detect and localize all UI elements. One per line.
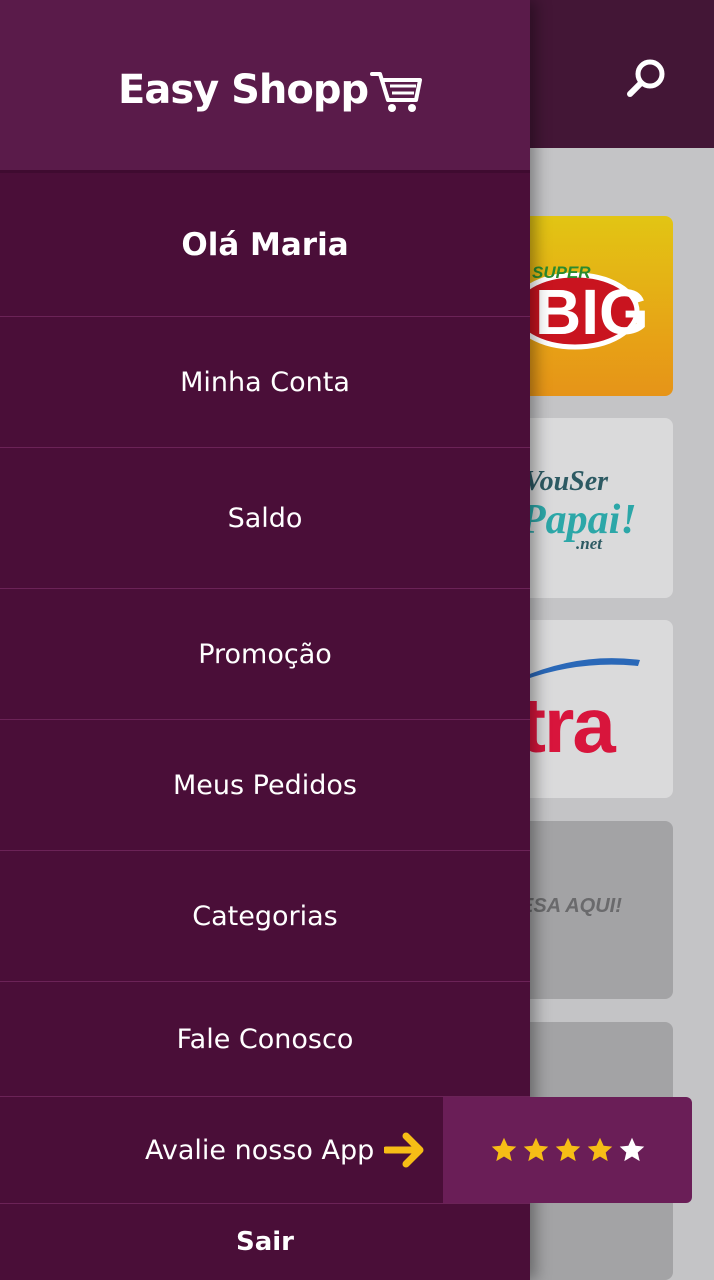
drawer-header: Easy Shopp bbox=[0, 0, 530, 173]
svg-text:SUPER: SUPER bbox=[532, 263, 591, 282]
greeting: Olá Maria bbox=[0, 173, 530, 317]
card-text: tra bbox=[520, 681, 616, 769]
menu-item-fale-conosco[interactable]: Fale Conosco bbox=[0, 982, 530, 1097]
logout-button[interactable]: Sair bbox=[0, 1204, 530, 1280]
card-text: ESA AQUI! bbox=[520, 895, 622, 917]
app-logo: Easy Shopp bbox=[118, 62, 423, 118]
star-filled-icon[interactable] bbox=[490, 1136, 518, 1164]
card-text: .net bbox=[576, 534, 602, 553]
menu-item-categorias[interactable]: Categorias bbox=[0, 851, 530, 982]
navigation-drawer: Easy Shopp Olá Maria Minha Conta Saldo P… bbox=[0, 0, 530, 1280]
rating-stars[interactable] bbox=[443, 1097, 692, 1203]
search-icon[interactable] bbox=[622, 54, 670, 102]
cart-icon bbox=[370, 72, 423, 112]
arrow-right-icon bbox=[384, 1132, 424, 1168]
star-filled-icon[interactable] bbox=[554, 1136, 582, 1164]
star-filled-icon[interactable] bbox=[522, 1136, 550, 1164]
star-filled-icon[interactable] bbox=[586, 1136, 614, 1164]
star-empty-icon[interactable] bbox=[618, 1136, 646, 1164]
menu-item-meus-pedidos[interactable]: Meus Pedidos bbox=[0, 720, 530, 851]
card-text: VouSer bbox=[524, 466, 609, 497]
menu-item-promocao[interactable]: Promoção bbox=[0, 589, 530, 720]
svg-text:BIG: BIG bbox=[535, 276, 649, 348]
logo-text: Easy Shopp bbox=[118, 67, 369, 113]
rate-label: Avalie nosso App bbox=[145, 1134, 375, 1166]
menu-item-minha-conta[interactable]: Minha Conta bbox=[0, 317, 530, 448]
swoosh-logo bbox=[520, 658, 640, 680]
menu-item-saldo[interactable]: Saldo bbox=[0, 448, 530, 589]
